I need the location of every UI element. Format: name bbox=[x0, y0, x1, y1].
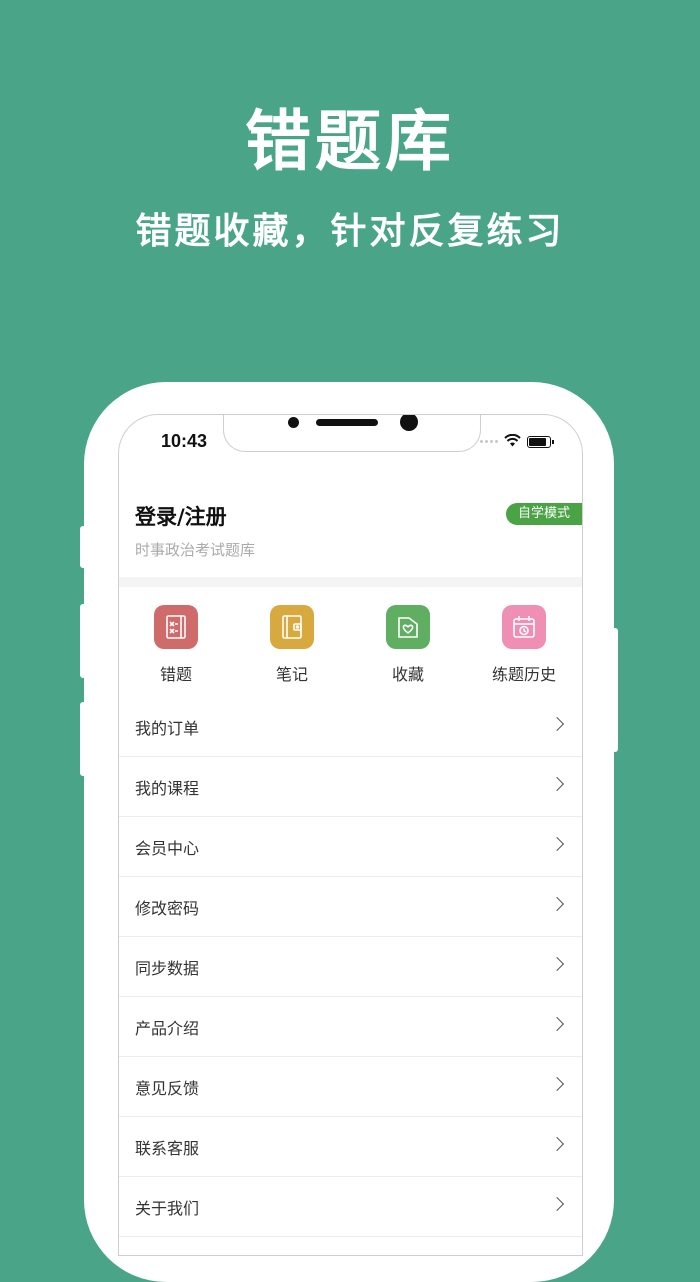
menu-item-feedback[interactable]: 意见反馈 bbox=[119, 1057, 582, 1117]
front-camera bbox=[400, 415, 418, 431]
menu-item-change-password[interactable]: 修改密码 bbox=[119, 877, 582, 937]
chevron-right-icon bbox=[549, 1016, 565, 1032]
phone-side-button bbox=[612, 628, 618, 752]
hero-title: 错题库 bbox=[245, 103, 455, 180]
chevron-right-icon bbox=[549, 776, 565, 792]
quick-action-label: 练题历史 bbox=[491, 665, 556, 684]
signal-icon bbox=[480, 440, 498, 443]
menu-item-about-us[interactable]: 关于我们 bbox=[119, 1177, 582, 1237]
chevron-right-icon bbox=[549, 716, 565, 732]
phone-screen: 10:43 登录/注册 时事政治考试题库 自学模式 错题 笔记 收藏 练题历史 … bbox=[118, 414, 583, 1256]
sensor-dot bbox=[288, 417, 299, 428]
wifi-icon bbox=[504, 432, 521, 451]
history-calendar-icon bbox=[502, 605, 546, 649]
speaker bbox=[316, 419, 378, 426]
phone-side-button bbox=[80, 526, 86, 568]
status-time: 10:43 bbox=[161, 431, 208, 451]
quick-action-label: 错题 bbox=[159, 665, 192, 684]
chevron-right-icon bbox=[549, 836, 565, 852]
menu-item-label: 关于我们 bbox=[135, 1199, 200, 1218]
phone-side-button bbox=[80, 604, 86, 678]
menu-item-label: 修改密码 bbox=[135, 899, 200, 918]
status-icons bbox=[480, 432, 554, 451]
notch bbox=[223, 415, 481, 452]
menu-item-member-center[interactable]: 会员中心 bbox=[119, 817, 582, 877]
hero-subtitle: 错题收藏，针对反复练习 bbox=[135, 211, 565, 252]
chevron-right-icon bbox=[549, 1076, 565, 1092]
chevron-right-icon bbox=[549, 896, 565, 912]
favorite-folder-icon bbox=[386, 605, 430, 649]
menu-item-label: 我的订单 bbox=[135, 719, 200, 738]
mode-badge[interactable]: 自学模式 bbox=[505, 503, 582, 525]
phone-side-button bbox=[80, 702, 86, 776]
menu-item-my-courses[interactable]: 我的课程 bbox=[119, 757, 582, 817]
quick-action-history[interactable]: 练题历史 bbox=[469, 605, 579, 685]
quick-action-favorites[interactable]: 收藏 bbox=[353, 605, 463, 685]
menu-item-product-intro[interactable]: 产品介绍 bbox=[119, 997, 582, 1057]
menu-item-sync-data[interactable]: 同步数据 bbox=[119, 937, 582, 997]
menu-item-customer-service[interactable]: 联系客服 bbox=[119, 1117, 582, 1177]
chevron-right-icon bbox=[549, 1196, 565, 1212]
quick-action-notes[interactable]: 笔记 bbox=[237, 605, 347, 685]
menu-item-my-orders[interactable]: 我的订单 bbox=[119, 697, 582, 757]
menu-item-label: 联系客服 bbox=[135, 1139, 200, 1158]
settings-menu: 我的订单 我的课程 会员中心 修改密码 同步数据 产品介绍 意见反馈 联系客服 bbox=[119, 697, 582, 1237]
battery-icon bbox=[527, 435, 554, 448]
quick-actions: 错题 笔记 收藏 练题历史 bbox=[119, 605, 582, 685]
quick-action-label: 笔记 bbox=[275, 665, 308, 684]
menu-item-label: 会员中心 bbox=[135, 839, 200, 858]
section-divider bbox=[119, 577, 582, 587]
login-register-link[interactable]: 登录/注册 bbox=[135, 501, 227, 531]
notebook-icon bbox=[270, 605, 314, 649]
menu-item-label: 意见反馈 bbox=[135, 1079, 200, 1098]
menu-item-label: 我的课程 bbox=[135, 779, 200, 798]
wrong-questions-icon bbox=[154, 605, 198, 649]
chevron-right-icon bbox=[549, 1136, 565, 1152]
chevron-right-icon bbox=[549, 956, 565, 972]
menu-item-label: 产品介绍 bbox=[135, 1019, 200, 1038]
quick-action-label: 收藏 bbox=[391, 665, 424, 684]
app-subtitle: 时事政治考试题库 bbox=[135, 541, 256, 559]
quick-action-wrong-questions[interactable]: 错题 bbox=[121, 605, 231, 685]
menu-item-label: 同步数据 bbox=[135, 959, 200, 978]
